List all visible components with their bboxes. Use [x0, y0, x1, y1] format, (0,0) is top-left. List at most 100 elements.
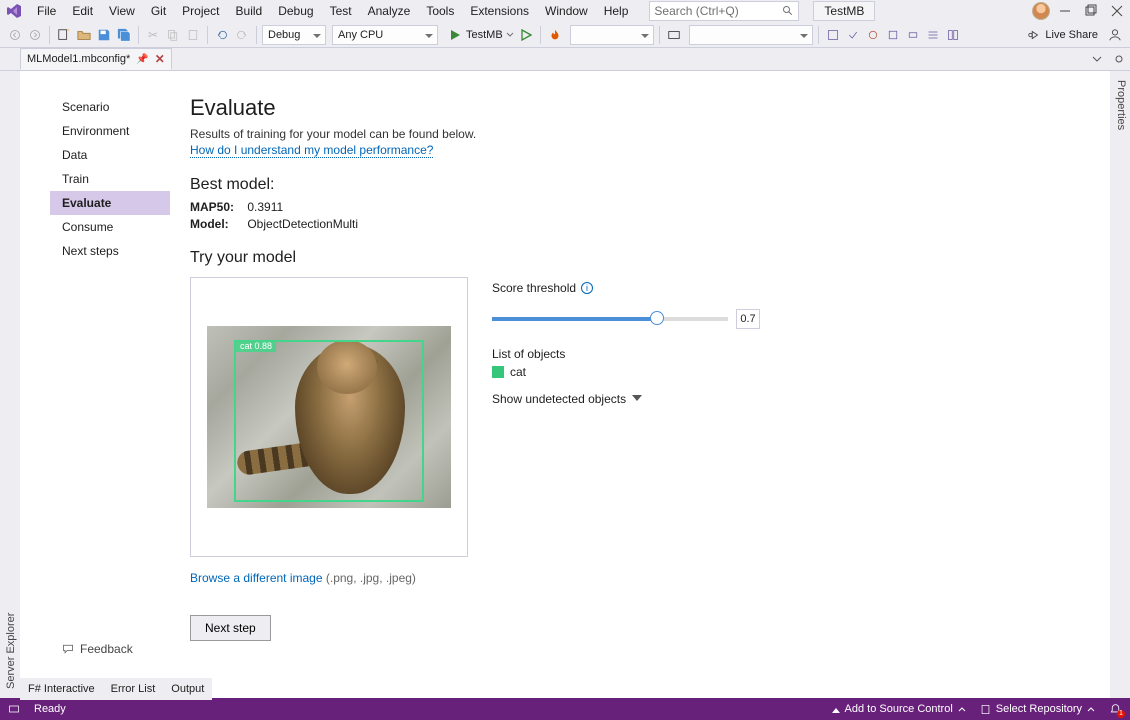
redo-icon[interactable] [233, 26, 251, 44]
show-undetected-toggle[interactable]: Show undetected objects [492, 391, 760, 406]
left-rail: Server ExplorerSQL Server Object Explore… [0, 71, 20, 698]
nav-back-icon[interactable] [6, 26, 24, 44]
caret-up-icon [1087, 705, 1095, 713]
next-step-button[interactable]: Next step [190, 615, 271, 641]
browse-image-link[interactable]: Browse a different image [190, 571, 323, 585]
rail-tab[interactable]: SQL Server Object Explorer [0, 71, 2, 698]
info-icon[interactable]: i [581, 282, 593, 294]
save-all-icon[interactable] [115, 26, 133, 44]
threshold-slider[interactable] [492, 317, 728, 321]
slider-thumb[interactable] [650, 311, 664, 325]
pin-icon[interactable]: 📌 [136, 54, 148, 65]
platform-select[interactable]: Any CPU [332, 25, 438, 45]
titlebar: FileEditViewGitProjectBuildDebugTestAnal… [0, 0, 1130, 22]
browse-ext: (.png, .jpg, .jpeg) [326, 571, 416, 585]
menu-window[interactable]: Window [538, 2, 595, 20]
process-select[interactable] [570, 25, 654, 45]
menu-edit[interactable]: Edit [65, 2, 100, 20]
menu-test[interactable]: Test [323, 2, 359, 20]
model-label: Model: [190, 217, 244, 231]
preview-image-box[interactable]: cat 0.88 [190, 277, 468, 557]
help-link[interactable]: How do I understand my model performance… [190, 143, 433, 158]
attach-icon[interactable] [665, 26, 683, 44]
paste-icon[interactable] [184, 26, 202, 44]
doc-tab[interactable]: MLModel1.mbconfig* 📌 ✕ [20, 48, 172, 70]
open-icon[interactable] [75, 26, 93, 44]
new-item-icon[interactable] [55, 26, 73, 44]
maximize-icon[interactable] [1084, 4, 1098, 18]
user-avatar[interactable] [1032, 2, 1050, 20]
ready-icon [8, 703, 20, 715]
config-select[interactable]: Debug [262, 25, 326, 45]
start-nodebug-icon[interactable] [517, 26, 535, 44]
threshold-label: Score threshold [492, 281, 576, 295]
search-placeholder: Search (Ctrl+Q) [654, 4, 738, 18]
nav-fwd-icon[interactable] [26, 26, 44, 44]
threshold-value[interactable]: 0.7 [736, 309, 760, 329]
solution-name[interactable]: TestMB [813, 1, 875, 21]
menu-view[interactable]: View [102, 2, 142, 20]
step-data[interactable]: Data [50, 143, 170, 167]
rail-tab[interactable]: Properties [1112, 71, 1130, 698]
tb-misc-4-icon[interactable] [884, 26, 902, 44]
copy-icon[interactable] [164, 26, 182, 44]
step-next-steps[interactable]: Next steps [50, 239, 170, 263]
start-debug-icon[interactable] [446, 26, 464, 44]
save-icon[interactable] [95, 26, 113, 44]
tb-misc-5-icon[interactable] [904, 26, 922, 44]
menu-extensions[interactable]: Extensions [463, 2, 536, 20]
cut-icon[interactable]: ✂ [144, 26, 162, 44]
feedback-link[interactable]: Feedback [62, 642, 133, 656]
try-heading: Try your model [190, 249, 760, 267]
main-menu: FileEditViewGitProjectBuildDebugTestAnal… [30, 2, 635, 20]
hot-reload-icon[interactable] [546, 26, 564, 44]
menu-git[interactable]: Git [144, 2, 173, 20]
add-source-control[interactable]: Add to Source Control [832, 703, 966, 715]
step-evaluate[interactable]: Evaluate [50, 191, 170, 215]
step-scenario[interactable]: Scenario [50, 95, 170, 119]
object-item[interactable]: cat [492, 365, 760, 379]
subtitle: Results of training for your model can b… [190, 127, 760, 141]
tb-misc-3-icon[interactable] [864, 26, 882, 44]
bottom-tab[interactable]: Error List [107, 681, 160, 697]
tab-overflow-icon[interactable] [1088, 50, 1106, 68]
tb-misc-1-icon[interactable] [824, 26, 842, 44]
menu-tools[interactable]: Tools [419, 2, 461, 20]
tb-misc-2-icon[interactable] [844, 26, 862, 44]
search-input[interactable]: Search (Ctrl+Q) [649, 1, 799, 21]
tb-misc-6-icon[interactable] [924, 26, 942, 44]
start-target[interactable]: TestMB [466, 29, 503, 41]
tb-misc-7-icon[interactable] [944, 26, 962, 44]
menu-help[interactable]: Help [597, 2, 636, 20]
account-icon[interactable] [1106, 26, 1124, 44]
step-nav: ScenarioEnvironmentDataTrainEvaluateCons… [50, 95, 170, 698]
menu-file[interactable]: File [30, 2, 63, 20]
thread-select[interactable] [689, 25, 813, 45]
undo-icon[interactable] [213, 26, 231, 44]
tab-close-icon[interactable]: ✕ [155, 52, 165, 66]
chevron-down-icon [632, 395, 642, 406]
menu-project[interactable]: Project [175, 2, 226, 20]
start-dropdown-icon[interactable] [505, 26, 515, 44]
select-repo[interactable]: Select Repository [980, 703, 1095, 715]
live-share-button[interactable]: Live Share [1021, 28, 1104, 42]
menu-build[interactable]: Build [229, 2, 270, 20]
step-consume[interactable]: Consume [50, 215, 170, 239]
show-undetected-label: Show undetected objects [492, 392, 626, 406]
step-train[interactable]: Train [50, 167, 170, 191]
evaluate-panel: Evaluate Results of training for your mo… [190, 95, 760, 698]
menu-debug[interactable]: Debug [271, 2, 320, 20]
swatch-icon [492, 366, 504, 378]
minimize-icon[interactable] [1058, 4, 1072, 18]
page-title: Evaluate [190, 95, 760, 121]
close-icon[interactable] [1110, 4, 1124, 18]
rail-tab[interactable]: Server Explorer [2, 71, 20, 698]
notifications-icon[interactable]: 1 [1109, 703, 1122, 716]
menu-analyze[interactable]: Analyze [361, 2, 418, 20]
bottom-tabs: F# Interactive Error List Output [20, 678, 212, 700]
bottom-tab[interactable]: F# Interactive [24, 681, 99, 697]
step-environment[interactable]: Environment [50, 119, 170, 143]
preview-image: cat 0.88 [207, 326, 451, 508]
tab-settings-icon[interactable] [1110, 50, 1128, 68]
bottom-tab[interactable]: Output [167, 681, 208, 697]
